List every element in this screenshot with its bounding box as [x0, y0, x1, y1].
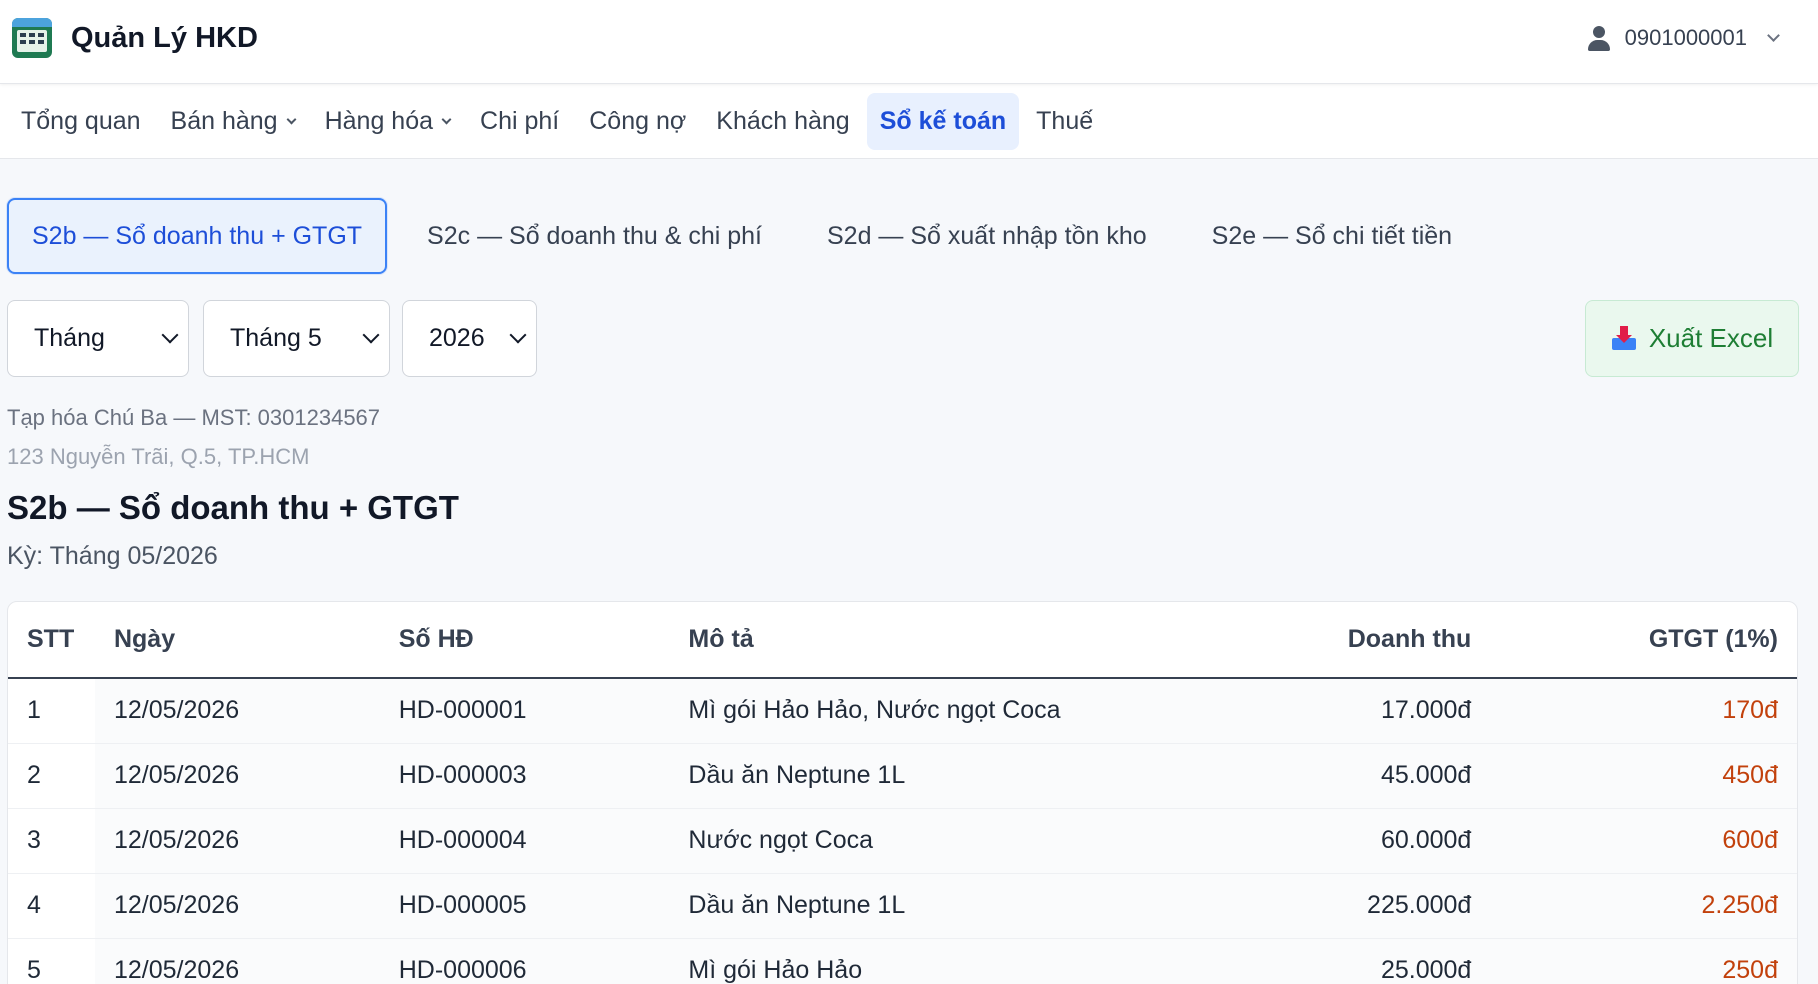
cell-revenue: 225.000đ	[1088, 873, 1491, 939]
cell-vat: 170đ	[1490, 678, 1797, 744]
ledger-app-icon	[12, 18, 52, 58]
cell-description: Nước ngọt Coca	[669, 808, 1089, 874]
cell-vat: 450đ	[1490, 743, 1797, 809]
col-header-date[interactable]: Ngày	[94, 602, 380, 679]
cell-invoice: HD-000001	[379, 678, 670, 744]
tab-s2d[interactable]: S2d — Sổ xuất nhập tồn kho	[802, 198, 1172, 274]
cell-revenue: 45.000đ	[1088, 743, 1491, 809]
cell-invoice: HD-000003	[379, 743, 670, 809]
cell-revenue: 25.000đ	[1088, 938, 1491, 984]
business-name: Tạp hóa Chú Ba — MST: 0301234567	[7, 405, 381, 430]
col-header-invoice[interactable]: Số HĐ	[379, 602, 670, 679]
nav-item-cong-no[interactable]: Công nợ	[576, 93, 699, 150]
cell-revenue: 60.000đ	[1088, 808, 1491, 874]
cell-stt: 4	[8, 873, 95, 939]
cell-description: Dầu ăn Neptune 1L	[669, 743, 1089, 809]
cell-date: 12/05/2026	[94, 873, 380, 939]
nav-label: Sổ kế toán	[879, 106, 1007, 135]
chevron-down-icon	[509, 326, 527, 344]
cell-date: 12/05/2026	[94, 808, 380, 874]
app-title: Quản Lý HKD	[71, 22, 258, 54]
chevron-down-icon	[286, 114, 297, 124]
table-row[interactable]: 2 12/05/2026 HD-000003 Dầu ăn Neptune 1L…	[8, 743, 1797, 809]
chevron-down-icon	[362, 326, 380, 344]
business-address: 123 Nguyễn Trãi, Q.5, TP.HCM	[7, 444, 310, 469]
col-header-vat[interactable]: GTGT (1%)	[1490, 602, 1797, 679]
cell-date: 12/05/2026	[94, 938, 380, 984]
cell-stt: 1	[8, 678, 95, 744]
tab-s2e[interactable]: S2e — Sổ chi tiết tiền	[1187, 198, 1477, 274]
cell-date: 12/05/2026	[94, 743, 380, 809]
user-menu[interactable]: 0901000001	[1585, 24, 1780, 52]
period-type-select[interactable]: Tháng	[7, 300, 189, 377]
nav-label: Bán hàng	[170, 106, 278, 135]
table-row[interactable]: 3 12/05/2026 HD-000004 Nước ngọt Coca 60…	[8, 808, 1797, 874]
chevron-down-icon	[161, 326, 179, 344]
chevron-down-icon	[441, 114, 452, 124]
nav-item-thue[interactable]: Thuế	[1023, 93, 1106, 150]
cell-description: Mì gói Hảo Hảo	[669, 938, 1089, 984]
export-label: Xuất Excel	[1648, 323, 1774, 353]
month-select[interactable]: Tháng 5	[203, 300, 390, 377]
nav-item-hang-hoa[interactable]: Hàng hóa	[312, 93, 463, 150]
nav-label: Công nợ	[589, 106, 687, 135]
nav-item-chi-phi[interactable]: Chi phí	[467, 93, 572, 150]
year-select[interactable]: 2026	[402, 300, 537, 377]
nav-label: Chi phí	[480, 106, 560, 135]
nav-label: Tổng quan	[21, 106, 141, 135]
table-row[interactable]: 4 12/05/2026 HD-000005 Dầu ăn Neptune 1L…	[8, 873, 1797, 939]
col-header-revenue[interactable]: Doanh thu	[1088, 602, 1491, 679]
report-title: S2b — Sổ doanh thu + GTGT	[7, 489, 459, 526]
nav-label: Hàng hóa	[324, 106, 434, 135]
nav-item-tong-quan[interactable]: Tổng quan	[8, 93, 154, 150]
download-tray-icon	[1611, 325, 1637, 352]
cell-invoice: HD-000005	[379, 873, 670, 939]
user-icon	[1585, 24, 1613, 52]
cell-stt: 3	[8, 808, 95, 874]
month-value: Tháng 5	[230, 324, 322, 352]
cell-description: Dầu ăn Neptune 1L	[669, 873, 1089, 939]
nav-item-khach-hang[interactable]: Khách hàng	[703, 93, 862, 150]
export-excel-button[interactable]: Xuất Excel	[1585, 300, 1799, 377]
cell-invoice: HD-000006	[379, 938, 670, 984]
nav-item-so-ke-toan[interactable]: Sổ kế toán	[866, 92, 1020, 150]
cell-invoice: HD-000004	[379, 808, 670, 874]
col-header-description[interactable]: Mô tả	[669, 602, 1089, 679]
year-value: 2026	[429, 324, 485, 352]
top-bar: Quản Lý HKD 0901000001	[0, 0, 1818, 84]
ledger-table: STT Ngày Số HĐ Mô tả Doanh thu GTGT (1%)…	[7, 601, 1798, 984]
nav-item-ban-hang[interactable]: Bán hàng	[158, 93, 308, 150]
table-row[interactable]: 1 12/05/2026 HD-000001 Mì gói Hảo Hảo, N…	[8, 678, 1797, 744]
chevron-down-icon	[1767, 28, 1780, 42]
cell-stt: 2	[8, 743, 95, 809]
main-nav: Tổng quan Bán hàng Hàng hóa Chi phí Công…	[0, 84, 1818, 159]
tab-s2b[interactable]: S2b — Sổ doanh thu + GTGT	[7, 198, 388, 274]
user-phone: 0901000001	[1624, 25, 1747, 50]
cell-stt: 5	[8, 938, 95, 984]
period-type-value: Tháng	[34, 324, 105, 352]
table-row[interactable]: 5 12/05/2026 HD-000006 Mì gói Hảo Hảo 25…	[8, 938, 1797, 984]
ledger-tabs: S2b — Sổ doanh thu + GTGT S2c — Sổ doanh…	[7, 198, 1492, 274]
table-header-row: STT Ngày Số HĐ Mô tả Doanh thu GTGT (1%)	[8, 602, 1797, 679]
cell-vat: 600đ	[1490, 808, 1797, 874]
cell-date: 12/05/2026	[94, 678, 380, 744]
col-header-stt[interactable]: STT	[8, 602, 95, 679]
cell-description: Mì gói Hảo Hảo, Nước ngọt Coca	[669, 678, 1089, 744]
tab-s2c[interactable]: S2c — Sổ doanh thu & chi phí	[402, 198, 787, 274]
cell-vat: 250đ	[1490, 938, 1797, 984]
cell-revenue: 17.000đ	[1088, 678, 1491, 744]
nav-label: Thuế	[1036, 106, 1094, 135]
nav-label: Khách hàng	[716, 106, 850, 135]
cell-vat: 2.250đ	[1490, 873, 1797, 939]
report-period: Kỳ: Tháng 05/2026	[7, 542, 218, 570]
